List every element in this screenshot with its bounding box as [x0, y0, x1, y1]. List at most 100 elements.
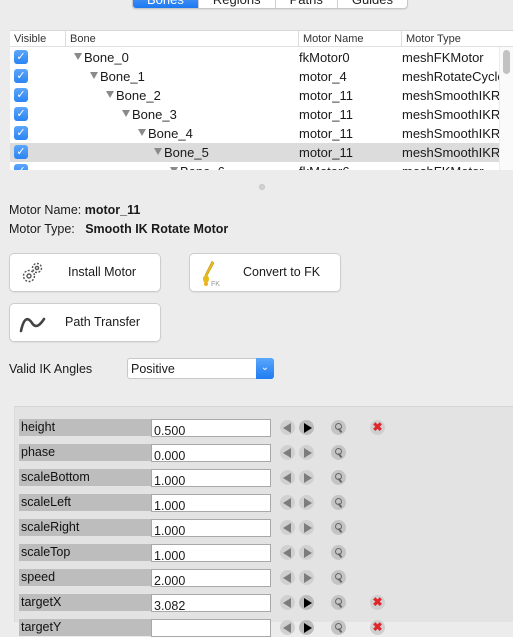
disclosure-triangle-icon[interactable] [138, 129, 146, 136]
motor-name-cell: motor_11 [299, 88, 353, 103]
key-icon[interactable] [331, 595, 346, 610]
prev-key-icon[interactable] [280, 620, 295, 635]
delete-animation-icon[interactable]: ✖ [370, 420, 385, 435]
prev-key-icon[interactable] [280, 570, 295, 585]
visible-checkbox[interactable]: ✓ [14, 50, 28, 64]
visible-checkbox[interactable]: ✓ [14, 164, 28, 170]
motor-type-cell: meshFKMotor [402, 162, 499, 170]
next-key-icon[interactable] [299, 570, 314, 585]
motor-name-cell: fkMotor6 [299, 162, 399, 170]
delete-animation-icon[interactable]: ✖ [370, 595, 385, 610]
table-row[interactable]: ✓ Bone_0 fkMotor0 meshFKMotor [10, 48, 499, 67]
prev-key-icon[interactable] [280, 520, 295, 535]
prev-key-icon[interactable] [280, 495, 295, 510]
prev-key-icon[interactable] [280, 420, 295, 435]
key-icon[interactable] [331, 570, 346, 585]
bone-name: Bone_3 [132, 107, 177, 122]
tab-paths[interactable]: Paths [274, 0, 337, 8]
param-value-field[interactable]: 1.000 [151, 494, 271, 512]
table-row[interactable]: ✓ Bone_1 motor_4 meshRotateCycleMotor [10, 67, 499, 86]
bone-name: Bone_5 [164, 145, 209, 160]
table-row[interactable]: ✓ Bone_3 motor_11 meshSmoothIKRotateMotor [10, 105, 499, 124]
fk-bone-icon: FK [203, 260, 220, 287]
prev-key-icon[interactable] [280, 595, 295, 610]
motor-type-cell: meshSmoothIKRotateMotor [402, 107, 499, 122]
tab-guides[interactable]: Guides [336, 0, 407, 8]
gears-icon [22, 262, 43, 283]
next-key-icon[interactable] [299, 520, 314, 535]
next-key-icon[interactable] [299, 595, 314, 610]
param-row-height: height 0.500 ✖ [19, 419, 399, 437]
next-key-icon[interactable] [299, 445, 314, 460]
key-icon[interactable] [331, 545, 346, 560]
path-transfer-button[interactable]: Path Transfer [9, 303, 161, 342]
next-key-icon[interactable] [299, 495, 314, 510]
key-icon[interactable] [331, 470, 346, 485]
disclosure-triangle-icon[interactable] [122, 110, 130, 117]
param-name: scaleRight [19, 519, 151, 536]
table-scrollbar[interactable] [499, 47, 513, 170]
key-icon[interactable] [331, 620, 346, 635]
disclosure-triangle-icon[interactable] [90, 72, 98, 79]
splitter-handle[interactable] [259, 184, 265, 190]
param-value-field[interactable]: 1.000 [151, 519, 271, 537]
param-value-field[interactable]: 1.000 [151, 544, 271, 562]
table-row[interactable]: ✓ Bone_6 fkMotor6meshFKMotor [10, 162, 499, 170]
column-header-bone[interactable]: Bone [65, 31, 298, 47]
delete-animation-icon[interactable]: ✖ [370, 620, 385, 635]
bone-name: Bone_4 [148, 126, 193, 141]
column-header-visible[interactable]: Visible [10, 31, 65, 47]
visible-checkbox[interactable]: ✓ [14, 88, 28, 102]
disclosure-triangle-icon[interactable] [106, 91, 114, 98]
motor-name-cell: motor_4 [299, 69, 347, 84]
visible-checkbox[interactable]: ✓ [14, 69, 28, 83]
bone-cell: Bone_0 [74, 48, 298, 67]
prev-key-icon[interactable] [280, 445, 295, 460]
valid-ik-angles-label: Valid IK Angles [9, 362, 93, 376]
visible-checkbox[interactable]: ✓ [14, 145, 28, 159]
table-row[interactable]: ✓ Bone_5 motor_11 meshSmoothIKRotateMotor [10, 143, 499, 162]
param-value-field[interactable]: 3.082 [151, 594, 271, 612]
column-header-motor-name[interactable]: Motor Name [298, 31, 401, 47]
key-icon[interactable] [331, 420, 346, 435]
key-icon[interactable] [331, 495, 346, 510]
param-row-scaleTop: scaleTop 1.000 [19, 544, 399, 562]
next-key-icon[interactable] [299, 420, 314, 435]
prev-key-icon[interactable] [280, 470, 295, 485]
param-row-scaleBottom: scaleBottom 1.000 [19, 469, 399, 487]
scrollbar-thumb[interactable] [503, 50, 510, 74]
key-icon[interactable] [331, 520, 346, 535]
param-value-field[interactable]: 0.000 [151, 444, 271, 462]
prev-key-icon[interactable] [280, 545, 295, 560]
param-value-field[interactable]: 0.500 [151, 419, 271, 437]
motor-type-value: Smooth IK Rotate Motor [85, 222, 229, 236]
visible-checkbox[interactable]: ✓ [14, 126, 28, 140]
param-row-scaleLeft: scaleLeft 1.000 [19, 494, 399, 512]
motor-name-cell: fkMotor0 [299, 50, 350, 65]
tab-bones[interactable]: Bones [133, 0, 198, 8]
next-key-icon[interactable] [299, 470, 314, 485]
param-value-field[interactable]: 1.000 [151, 469, 271, 487]
visible-checkbox[interactable]: ✓ [14, 107, 28, 121]
column-header-motor-type[interactable]: Motor Type [401, 31, 499, 47]
valid-ik-angles-select[interactable]: Positive ⌄ [127, 358, 274, 379]
motor-name-cell: motor_11 [299, 145, 353, 160]
bone-name: Bone_6 [180, 164, 225, 170]
next-key-icon[interactable] [299, 620, 314, 635]
motor-type-cell: meshRotateCycleMotor [402, 69, 499, 84]
bone-name: Bone_2 [116, 88, 161, 103]
tab-regions[interactable]: Regions [197, 0, 275, 8]
table-row[interactable]: ✓ Bone_4 motor_11 meshSmoothIKRotateMotor [10, 124, 499, 143]
table-row[interactable]: ✓ Bone_2 motor_11 meshSmoothIKRotateMotor [10, 86, 499, 105]
install-motor-button[interactable]: Install Motor [9, 253, 161, 292]
key-icon[interactable] [331, 445, 346, 460]
param-name: phase [19, 444, 151, 461]
convert-to-fk-button[interactable]: FK Convert to FK [189, 253, 341, 292]
disclosure-triangle-icon[interactable] [74, 53, 82, 60]
next-key-icon[interactable] [299, 545, 314, 560]
disclosure-triangle-icon[interactable] [170, 167, 178, 170]
disclosure-triangle-icon[interactable] [154, 148, 162, 155]
chevron-down-icon[interactable]: ⌄ [256, 358, 274, 379]
install-motor-label: Install Motor [68, 265, 137, 279]
param-value-field[interactable]: 2.000 [151, 569, 271, 587]
